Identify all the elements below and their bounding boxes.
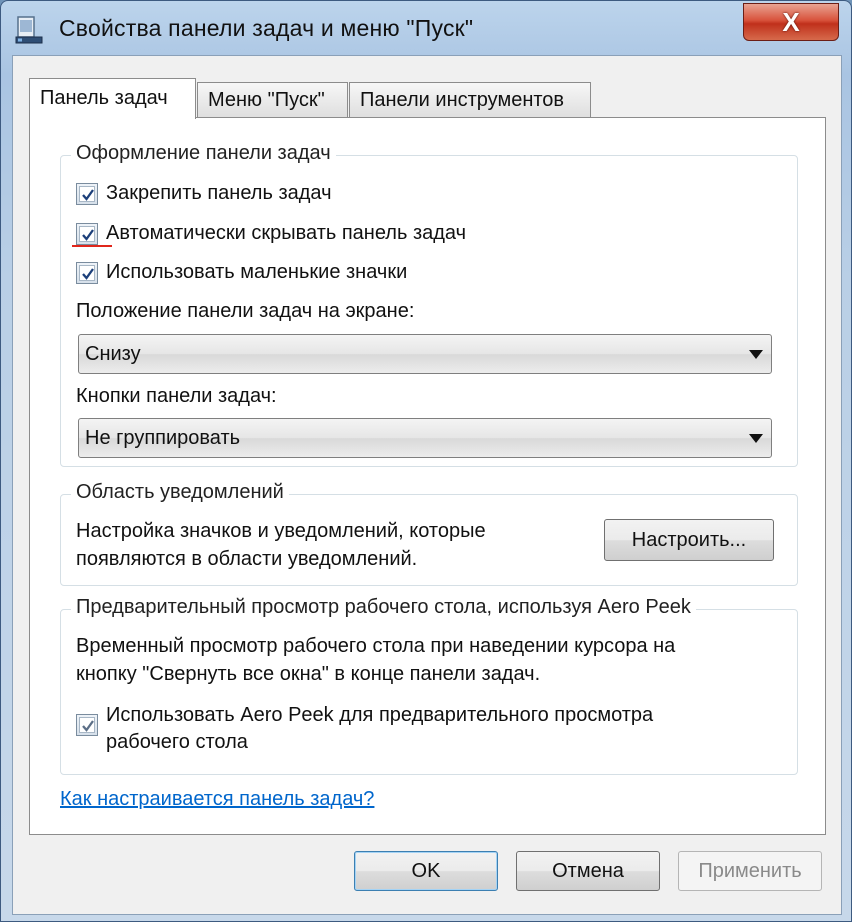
title-bar[interactable]: Свойства панели задач и меню "Пуск" X [1, 1, 851, 61]
red-highlight-mark [72, 245, 112, 247]
dialog-window: Свойства панели задач и меню "Пуск" X Па… [0, 0, 852, 922]
checkmark-icon [82, 720, 94, 732]
aero-peek-description-line2: кнопку "Свернуть все окна" в конце панел… [76, 663, 541, 685]
notification-description: Настройка значков и уведомлений, которые… [76, 517, 486, 573]
checkbox-label-small-icons: Использовать маленькие значки [106, 261, 408, 283]
tab-taskbar[interactable]: Панель задач [29, 78, 196, 119]
dropdown-arrow-icon [749, 434, 763, 443]
checkbox-aero-peek[interactable] [76, 714, 98, 736]
position-label: Положение панели задач на экране: [76, 300, 415, 322]
checkbox-label-aero-peek-line2: рабочего стола [106, 731, 248, 753]
close-icon: X [782, 6, 800, 37]
tab-toolbars[interactable]: Панели инструментов [349, 82, 591, 118]
notification-description-line1: Настройка значков и уведомлений, которые [76, 520, 486, 542]
close-button[interactable]: X [743, 3, 839, 41]
checkbox-label-autohide: Автоматически скрывать панель задач [106, 222, 467, 244]
checkmark-icon [82, 267, 94, 280]
aero-peek-description-line1: Временный просмотр рабочего стола при на… [76, 635, 676, 657]
checkmark-icon [82, 228, 94, 241]
buttons-value: Не группировать [85, 427, 241, 449]
tab-toolbars-label: Панели инструментов [360, 89, 565, 111]
checkmark-icon [82, 188, 94, 201]
apply-button[interactable]: Применить [678, 851, 822, 891]
checkbox-autohide[interactable] [76, 222, 98, 245]
group-title-notification: Область уведомлений [71, 481, 289, 504]
position-value: Снизу [85, 343, 141, 365]
dropdown-arrow-icon [749, 350, 763, 359]
checkbox-label-lock-taskbar: Закрепить панель задач [106, 182, 332, 204]
tab-page-taskbar: Оформление панели задач Закрепить панель… [29, 117, 826, 835]
customize-button[interactable]: Настроить... [604, 519, 774, 561]
checkbox-row-aero-peek[interactable]: Использовать Aero Peek для предварительн… [76, 702, 653, 756]
window-title: Свойства панели задач и меню "Пуск" [59, 15, 474, 41]
checkbox-label-aero-peek: Использовать Aero Peek для предварительн… [106, 702, 653, 756]
ok-button[interactable]: OK [354, 851, 498, 891]
checkbox-label-aero-peek-line1: Использовать Aero Peek для предварительн… [106, 704, 654, 726]
group-title-aero-peek: Предварительный просмотр рабочего стола,… [71, 596, 696, 619]
group-title-appearance: Оформление панели задач [71, 142, 336, 165]
checkbox-row-lock-taskbar[interactable]: Закрепить панель задач [76, 182, 332, 205]
cancel-button[interactable]: Отмена [516, 851, 660, 891]
tab-start-menu-label: Меню "Пуск" [208, 89, 325, 111]
aero-peek-description: Временный просмотр рабочего стола при на… [76, 632, 675, 688]
checkbox-small-icons[interactable] [76, 261, 98, 284]
buttons-label: Кнопки панели задач: [76, 385, 277, 407]
position-combobox[interactable]: Снизу [78, 334, 772, 374]
tab-start-menu[interactable]: Меню "Пуск" [197, 82, 348, 118]
buttons-combobox[interactable]: Не группировать [78, 418, 772, 458]
checkbox-row-small-icons[interactable]: Использовать маленькие значки [76, 261, 407, 284]
checkbox-lock-taskbar[interactable] [76, 182, 98, 205]
help-link[interactable]: Как настраивается панель задач? [60, 788, 374, 811]
notification-description-line2: появляются в области уведомлений. [76, 548, 418, 570]
tab-taskbar-label: Панель задач [40, 87, 168, 109]
taskbar-properties-icon [15, 16, 43, 44]
dialog-client-area: Панель задач Меню "Пуск" Панели инструме… [12, 55, 842, 915]
checkbox-row-autohide[interactable]: Автоматически скрывать панель задач [76, 222, 466, 245]
